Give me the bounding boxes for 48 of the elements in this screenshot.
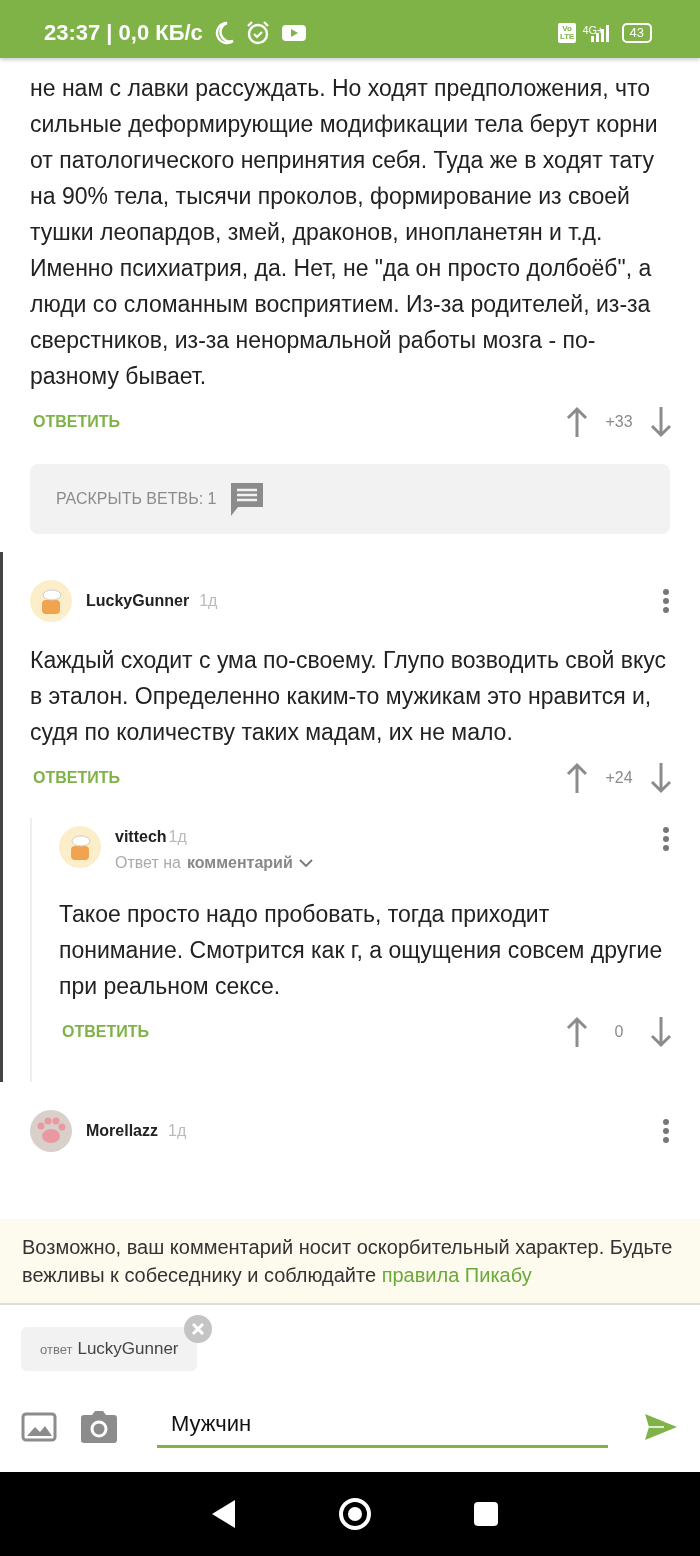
more-icon[interactable] — [662, 826, 670, 852]
reply-link[interactable]: ОТВЕТИТЬ — [62, 1023, 149, 1041]
network-type: 4G+ — [582, 24, 604, 36]
upvote-icon[interactable] — [566, 406, 588, 438]
comment-text: Каждый сходит с ума по-своему. Глупо возводить свой вкус в эталон. Определенно каким-то мужикам это нравится и, судя по количеству таких мадам, их не мало. — [29, 646, 668, 747]
comment-age: 1д — [199, 592, 218, 610]
image-icon[interactable] — [21, 1411, 57, 1442]
back-icon[interactable] — [210, 1499, 237, 1529]
reply-to-label: Ответ на — [115, 854, 181, 872]
author-name[interactable]: vittech — [115, 828, 167, 846]
reply-to-link[interactable]: комментарий — [186, 854, 293, 872]
comment-age: 1д — [168, 1122, 187, 1140]
reply-link[interactable]: ОТВЕТИТЬ — [33, 413, 120, 431]
chevron-down-icon[interactable] — [298, 858, 313, 868]
home-icon[interactable] — [338, 1497, 372, 1531]
network-speed: | 0,0 КБ/с — [106, 20, 203, 46]
upvote-icon[interactable] — [566, 762, 588, 794]
reply-chip-label: ответ — [40, 1342, 73, 1357]
author-name[interactable]: LuckyGunner — [86, 592, 190, 610]
comment-text: не нам с лавки рассуждать. Но ходят предположения, что сильные деформирующие модификации тела берут корни от патологического непринятия себя. Туда же в ходят тату на 90% тела, тысячи проколов, формирование из своей тушки леопардов, змей, драконов, инопланетян и т.д. Именно психиатрия, да. Нет, не "да он просто долбоёб", а люди со сломанным восприятием. Из-за родителей, из-за сверстников, из-за ненормальной работы мозга - по-разному бывает. — [29, 74, 659, 391]
send-icon[interactable] — [644, 1412, 678, 1441]
avatar-icon[interactable] — [30, 1110, 72, 1152]
downvote-icon[interactable] — [650, 762, 672, 794]
author-name[interactable]: Morellazz — [86, 1122, 158, 1140]
rating: 0 — [613, 1023, 625, 1041]
rating: +33 — [604, 413, 634, 431]
volte-indicator: Vo LTE — [557, 23, 577, 43]
camera-icon[interactable] — [81, 1410, 117, 1443]
downvote-icon[interactable] — [650, 406, 672, 438]
warning-text: Возможно, ваш комментарий носит оскорбительный характер. Будьте вежливы к собеседнику и соблюдайте правила Пикабу — [22, 1235, 674, 1288]
comment-text: Такое просто надо пробовать, тогда приходит понимание. Смотрится как г, а ощущения совсем другие при реальном сексе. — [58, 900, 664, 1001]
recents-icon[interactable] — [473, 1501, 500, 1527]
avatar-icon[interactable] — [30, 580, 72, 622]
expand-thread-button[interactable]: РАСКРЫТЬ ВЕТВЬ: 1 — [30, 464, 670, 534]
downvote-icon[interactable] — [650, 1016, 672, 1048]
video-icon — [280, 23, 307, 43]
reply-chip-name: LuckyGunner — [77, 1339, 179, 1359]
rules-link[interactable]: правила Пикабу — [381, 1264, 532, 1286]
comment-age: 1д — [168, 828, 187, 846]
avatar-icon[interactable] — [59, 826, 101, 868]
upvote-icon[interactable] — [566, 1016, 588, 1048]
battery-indicator: 43 — [621, 23, 652, 43]
clock: 23:37 — [44, 20, 101, 46]
more-icon[interactable] — [662, 588, 670, 614]
rating: +24 — [604, 769, 634, 787]
reply-link[interactable]: ОТВЕТИТЬ — [33, 769, 120, 787]
more-icon[interactable] — [662, 1118, 670, 1144]
close-icon[interactable] — [182, 1314, 213, 1344]
